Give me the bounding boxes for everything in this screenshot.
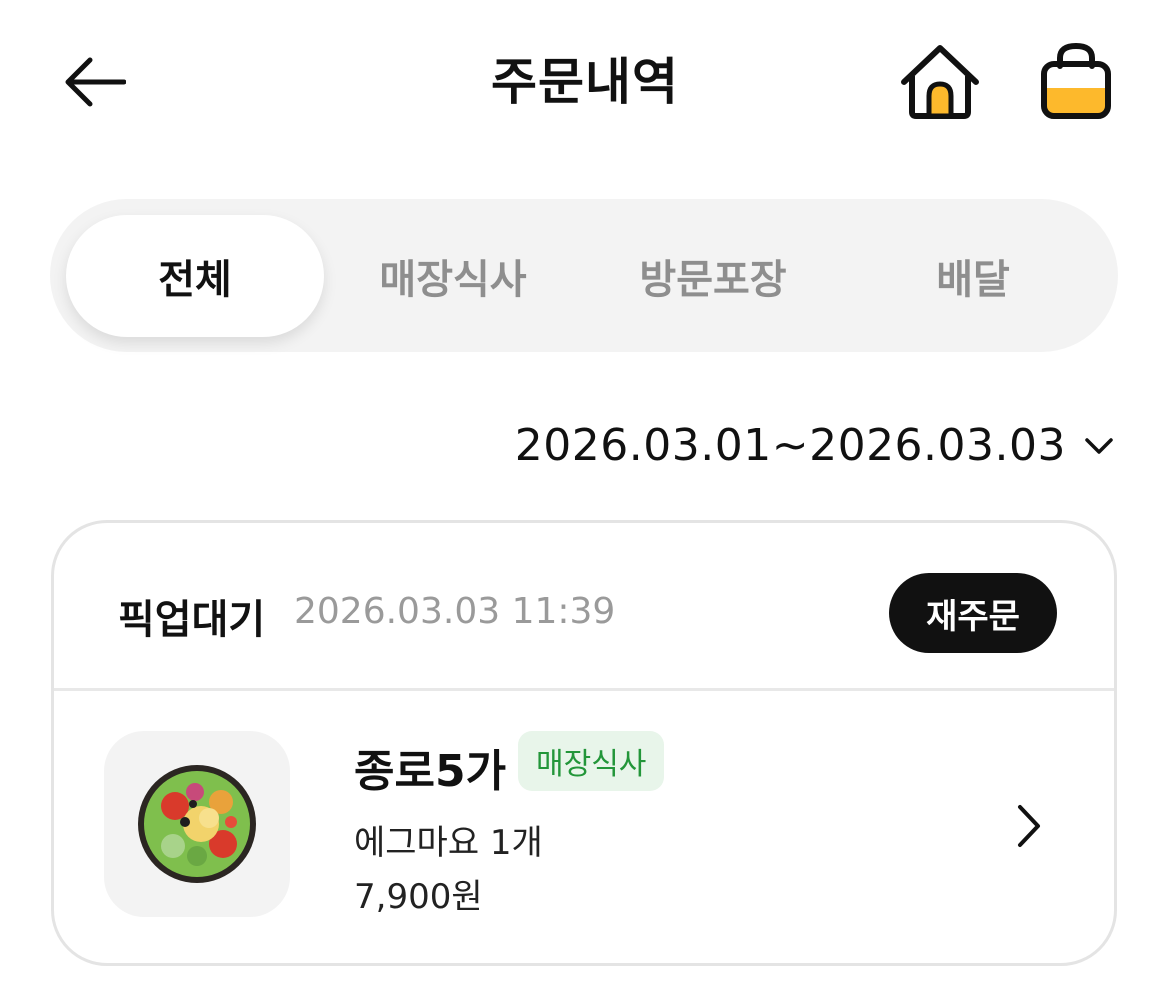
order-price: 7,900원 <box>354 877 483 917</box>
tab-takeout[interactable]: 방문포장 <box>584 215 842 337</box>
order-card-header: 픽업대기 2026.03.03 11:39 재주문 <box>54 523 1114 691</box>
date-range-filter[interactable]: 2026.03.01~2026.03.03 <box>515 420 1114 471</box>
order-type-badge: 매장식사 <box>518 731 665 791</box>
date-range-text: 2026.03.01~2026.03.03 <box>514 420 1066 471</box>
order-detail-link[interactable]: 종로5가 매장식사 에그마요 1개 7,900원 <box>54 691 1114 967</box>
tab-all[interactable]: 전체 <box>66 215 324 337</box>
header: 주문내역 <box>0 0 1170 160</box>
tab-delivery[interactable]: 배달 <box>844 215 1102 337</box>
chevron-down-icon <box>1085 437 1113 454</box>
order-card: 픽업대기 2026.03.03 11:39 재주문 종로5가 매장식사 에그마요… <box>51 520 1117 966</box>
tab-dine-in[interactable]: 매장식사 <box>324 215 582 337</box>
order-time: 2026.03.03 11:39 <box>294 591 616 632</box>
home-icon <box>901 45 979 119</box>
order-type-tabs: 전체 매장식사 방문포장 배달 <box>50 199 1118 352</box>
shopping-bag-icon <box>1041 42 1111 119</box>
salad-bowl-image <box>138 765 256 883</box>
product-thumbnail <box>104 731 290 917</box>
reorder-button[interactable]: 재주문 <box>889 573 1057 653</box>
page-title: 주문내역 <box>491 53 679 111</box>
order-item: 에그마요 1개 <box>354 823 543 863</box>
store-name: 종로5가 <box>354 746 507 797</box>
order-status: 픽업대기 <box>118 597 266 643</box>
chevron-right-icon <box>1018 805 1040 847</box>
cart-button[interactable] <box>1036 40 1116 124</box>
home-button[interactable] <box>896 40 984 124</box>
